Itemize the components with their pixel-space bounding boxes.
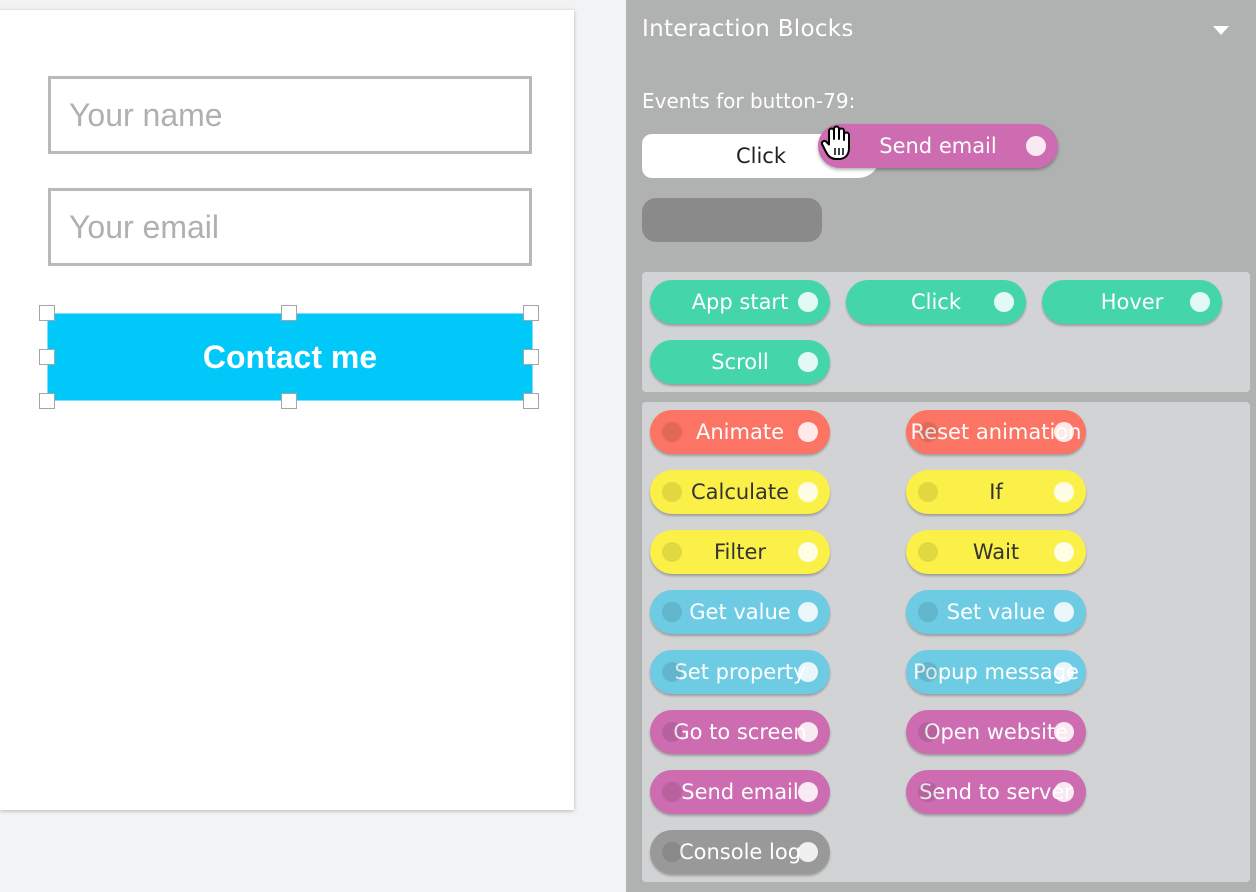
- output-connector-dot: [798, 782, 818, 802]
- block-label: Wait: [972, 540, 1020, 564]
- block-label: Animate: [696, 420, 784, 444]
- block-label: Send to server: [919, 780, 1073, 804]
- action-block-send-email[interactable]: Send email: [650, 770, 830, 814]
- action-block-if[interactable]: If: [906, 470, 1086, 514]
- output-connector-dot: [1054, 422, 1074, 442]
- input-connector-dot: [918, 782, 938, 802]
- block-label: Console log: [678, 840, 802, 864]
- input-connector-dot: [918, 602, 938, 622]
- output-connector-dot: [798, 352, 818, 372]
- block-label: Calculate: [690, 480, 790, 504]
- contact-button[interactable]: Contact me: [47, 313, 533, 401]
- email-input[interactable]: Your email: [48, 188, 532, 266]
- block-label: Send email: [681, 780, 799, 804]
- output-connector-dot: [798, 542, 818, 562]
- dragging-block-label: Send email: [879, 134, 997, 158]
- input-connector-dot: [662, 602, 682, 622]
- input-connector-dot: [662, 782, 682, 802]
- resize-handle-bottom-middle[interactable]: [281, 393, 297, 409]
- action-blocks-group: Animate Reset animation Calculate If Filter W…: [642, 402, 1250, 882]
- action-block-send-to-server[interactable]: Send to server: [906, 770, 1086, 814]
- action-block-go-to-screen[interactable]: Go to screen: [650, 710, 830, 754]
- action-block-console-log[interactable]: Console log: [650, 830, 830, 874]
- block-label: Filter: [713, 540, 766, 564]
- action-block-set-property[interactable]: Set property: [650, 650, 830, 694]
- input-connector-dot: [662, 722, 682, 742]
- input-connector-dot: [918, 422, 938, 442]
- block-label: Set value: [946, 600, 1046, 624]
- input-connector-dot: [918, 482, 938, 502]
- action-block-reset-animation[interactable]: Reset animation: [906, 410, 1086, 454]
- events-label: Events for button-79:: [642, 89, 855, 113]
- output-connector-dot: [798, 662, 818, 682]
- connector-dot: [1026, 136, 1046, 156]
- trigger-blocks-group: App start Click Hover Scroll: [642, 272, 1250, 392]
- input-connector-dot: [662, 662, 682, 682]
- input-connector-dot: [662, 842, 682, 862]
- events-suffix: :: [848, 89, 856, 113]
- output-connector-dot: [1054, 602, 1074, 622]
- action-block-filter[interactable]: Filter: [650, 530, 830, 574]
- block-label: If: [989, 480, 1003, 504]
- output-connector-dot: [1054, 542, 1074, 562]
- block-label: Go to screen: [673, 720, 807, 744]
- grab-hand-cursor-icon: [820, 125, 850, 160]
- action-block-calculate[interactable]: Calculate: [650, 470, 830, 514]
- input-connector-dot: [662, 422, 682, 442]
- output-connector-dot: [1054, 722, 1074, 742]
- resize-handle-top-left[interactable]: [39, 305, 55, 321]
- design-canvas[interactable]: Your name Your email Contact me: [0, 10, 574, 810]
- block-label: Click: [910, 290, 962, 314]
- output-connector-dot: [798, 842, 818, 862]
- events-target: button-79: [749, 89, 849, 113]
- resize-handle-bottom-right[interactable]: [523, 393, 539, 409]
- output-connector-dot: [798, 422, 818, 442]
- output-connector-dot: [798, 722, 818, 742]
- action-block-get-value[interactable]: Get value: [650, 590, 830, 634]
- dragging-send-email-block[interactable]: Send email: [818, 124, 1058, 168]
- output-connector-dot: [1190, 292, 1210, 312]
- output-connector-dot: [1054, 782, 1074, 802]
- panel-title: Interaction Blocks: [642, 16, 854, 42]
- input-connector-dot: [662, 482, 682, 502]
- name-input[interactable]: Your name: [48, 76, 532, 154]
- input-connector-dot: [662, 542, 682, 562]
- action-block-open-website[interactable]: Open website: [906, 710, 1086, 754]
- collapse-caret-icon[interactable]: [1213, 26, 1229, 35]
- input-connector-dot: [918, 722, 938, 742]
- output-connector-dot: [798, 292, 818, 312]
- resize-handle-middle-left[interactable]: [39, 349, 55, 365]
- trigger-block-app-start[interactable]: App start: [650, 280, 830, 324]
- output-connector-dot: [798, 482, 818, 502]
- output-connector-dot: [1054, 662, 1074, 682]
- output-connector-dot: [994, 292, 1014, 312]
- action-block-wait[interactable]: Wait: [906, 530, 1086, 574]
- block-label: Hover: [1100, 290, 1164, 314]
- resize-handle-middle-right[interactable]: [523, 349, 539, 365]
- block-label: Scroll: [711, 350, 769, 374]
- input-connector-dot: [918, 662, 938, 682]
- block-label: Set property: [674, 660, 806, 684]
- block-label: Get value: [689, 600, 791, 624]
- action-block-popup-message[interactable]: Popup message: [906, 650, 1086, 694]
- block-label: Open website: [923, 720, 1069, 744]
- input-connector-dot: [918, 542, 938, 562]
- events-prefix: Events for: [642, 89, 750, 113]
- output-connector-dot: [798, 602, 818, 622]
- action-block-animate[interactable]: Animate: [650, 410, 830, 454]
- trigger-block-hover[interactable]: Hover: [1042, 280, 1222, 324]
- resize-handle-top-middle[interactable]: [281, 305, 297, 321]
- resize-handle-top-right[interactable]: [523, 305, 539, 321]
- action-drop-slot[interactable]: [642, 198, 822, 242]
- trigger-block-scroll[interactable]: Scroll: [650, 340, 830, 384]
- resize-handle-bottom-left[interactable]: [39, 393, 55, 409]
- output-connector-dot: [1054, 482, 1074, 502]
- trigger-block-click[interactable]: Click: [846, 280, 1026, 324]
- block-label: App start: [691, 290, 789, 314]
- action-block-set-value[interactable]: Set value: [906, 590, 1086, 634]
